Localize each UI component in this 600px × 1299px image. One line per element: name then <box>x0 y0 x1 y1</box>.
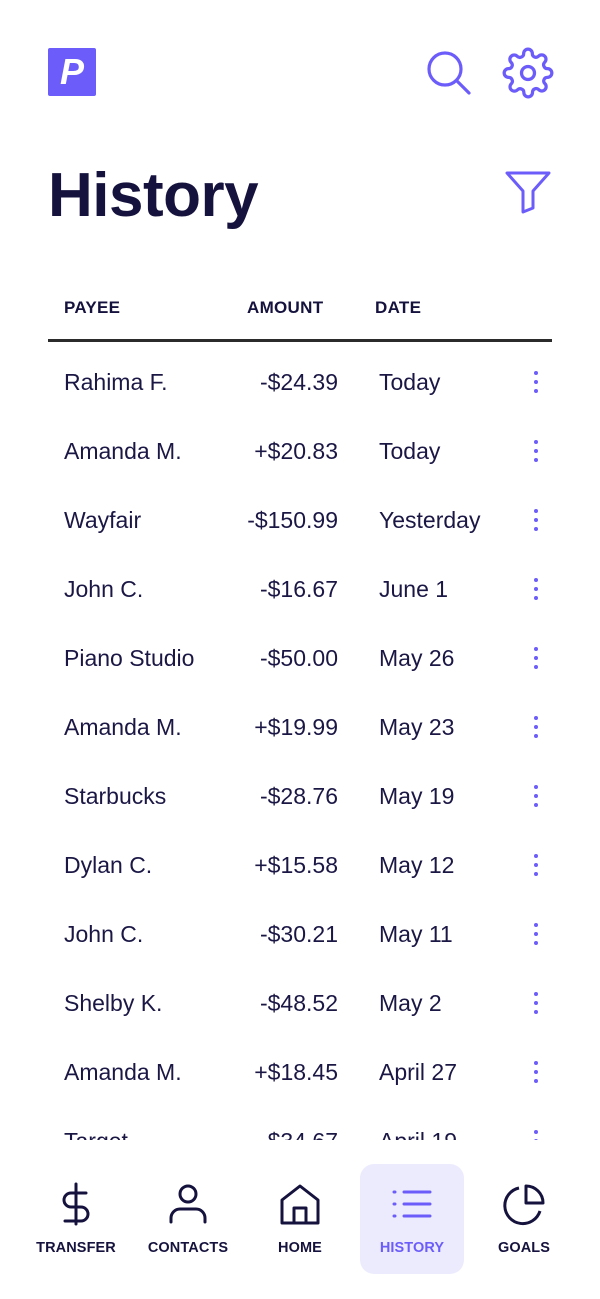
date-cell: Yesterday <box>379 507 481 533</box>
more-vertical-icon[interactable] <box>524 505 548 535</box>
payee-cell: Starbucks <box>64 783 167 809</box>
table-row[interactable]: Piano Studio -$50.00 May 26 <box>48 621 552 690</box>
settings-button[interactable] <box>502 47 554 99</box>
more-vertical-icon[interactable] <box>524 919 548 949</box>
dollar-icon <box>62 1182 90 1226</box>
amount-cell: -$34.67 <box>260 1128 338 1140</box>
nav-item-goals[interactable]: GOALS <box>472 1164 576 1274</box>
date-cell: Today <box>379 369 441 395</box>
amount-cell: -$48.52 <box>259 990 338 1016</box>
date-cell: April 27 <box>379 1059 457 1085</box>
date-cell: May 11 <box>379 921 453 947</box>
more-vertical-icon[interactable] <box>524 988 548 1018</box>
payee-cell: Piano Studio <box>64 645 195 671</box>
date-cell: May 12 <box>379 852 455 878</box>
filter-button[interactable] <box>504 170 552 214</box>
payee-cell: Dylan C. <box>64 852 153 878</box>
amount-cell: -$16.67 <box>259 576 338 602</box>
payee-cell: Amanda M. <box>64 714 182 740</box>
nav-item-home[interactable]: HOME <box>248 1164 352 1274</box>
nav-label: GOALS <box>497 1240 551 1256</box>
logo-letter: P <box>59 51 84 92</box>
date-cell: April 19 <box>379 1128 457 1140</box>
amount-cell: -$50.00 <box>259 645 338 671</box>
date-cell: June 1 <box>379 576 449 602</box>
amount-cell: +$19.99 <box>254 714 338 740</box>
payee-cell: Amanda M. <box>64 438 182 464</box>
table-row[interactable]: Starbucks -$28.76 May 19 <box>48 759 552 828</box>
search-icon <box>427 51 471 95</box>
date-cell: May 2 <box>379 990 442 1016</box>
more-vertical-icon[interactable] <box>524 1126 548 1140</box>
nav-label: CONTACTS <box>147 1240 229 1256</box>
search-button[interactable] <box>424 48 472 96</box>
more-vertical-icon[interactable] <box>524 436 548 466</box>
table-row[interactable]: Shelby K. -$48.52 May 2 <box>48 966 552 1035</box>
more-vertical-icon[interactable] <box>524 712 548 742</box>
nav-label: HISTORY <box>379 1240 445 1256</box>
column-header-amount[interactable]: AMOUNT <box>247 298 323 318</box>
filter-icon <box>505 171 551 214</box>
amount-cell: -$28.76 <box>259 783 338 809</box>
person-icon <box>169 1184 207 1224</box>
more-vertical-icon[interactable] <box>524 781 548 811</box>
amount-cell: +$15.58 <box>254 852 338 878</box>
more-vertical-icon[interactable] <box>524 643 548 673</box>
nav-item-contacts[interactable]: CONTACTS <box>136 1164 240 1274</box>
more-vertical-icon[interactable] <box>524 574 548 604</box>
nav-item-transfer[interactable]: TRANSFER <box>24 1164 128 1274</box>
date-cell: May 19 <box>379 783 455 809</box>
nav-item-history[interactable]: HISTORY <box>360 1164 464 1274</box>
more-vertical-icon[interactable] <box>524 850 548 880</box>
nav-label: TRANSFER <box>36 1240 116 1256</box>
payee-cell: Rahima F. <box>64 369 168 395</box>
payee-cell: Target <box>64 1128 128 1140</box>
table-row[interactable]: Dylan C. +$15.58 May 12 <box>48 828 552 897</box>
table-row[interactable]: Rahima F. -$24.39 Today <box>48 345 552 414</box>
amount-cell: +$20.83 <box>254 438 338 464</box>
payee-cell: Wayfair <box>64 507 142 533</box>
date-cell: May 23 <box>379 714 455 740</box>
transaction-list[interactable]: Rahima F. -$24.39 Today Amanda M. +$20.8… <box>48 345 552 1140</box>
gear-icon <box>502 47 554 99</box>
column-header-payee[interactable]: PAYEE <box>64 298 120 318</box>
home-icon <box>280 1184 320 1225</box>
app-logo[interactable]: P <box>48 48 96 96</box>
date-cell: May 26 <box>379 645 455 671</box>
page-title: History <box>48 161 259 230</box>
payee-cell: John C. <box>64 576 144 602</box>
column-header-date[interactable]: DATE <box>375 298 421 318</box>
amount-cell: -$30.21 <box>259 921 338 947</box>
amount-cell: -$24.39 <box>259 369 338 395</box>
more-vertical-icon[interactable] <box>524 1057 548 1087</box>
table-row[interactable]: Amanda M. +$20.83 Today <box>48 414 552 483</box>
amount-cell: -$150.99 <box>247 507 338 533</box>
pie-chart-icon <box>503 1184 545 1226</box>
table-row[interactable]: John C. -$30.21 May 11 <box>48 897 552 966</box>
table-row[interactable]: John C. -$16.67 June 1 <box>48 552 552 621</box>
more-vertical-icon[interactable] <box>524 367 548 397</box>
bottom-nav: TRANSFER CONTACTS HOME HISTORY GOALS <box>0 1140 600 1299</box>
nav-label: HOME <box>278 1240 322 1256</box>
table-row[interactable]: Amanda M. +$19.99 May 23 <box>48 690 552 759</box>
list-icon <box>392 1190 432 1218</box>
amount-cell: +$18.45 <box>254 1059 338 1085</box>
payee-cell: Shelby K. <box>64 990 163 1016</box>
date-cell: Today <box>379 438 441 464</box>
payee-cell: Amanda M. <box>64 1059 182 1085</box>
table-row[interactable]: Amanda M. +$18.45 April 27 <box>48 1035 552 1104</box>
payee-cell: John C. <box>64 921 144 947</box>
table-row[interactable]: Wayfair -$150.99 Yesterday <box>48 483 552 552</box>
table-row[interactable]: Target -$34.67 April 19 <box>48 1104 552 1140</box>
table-header: PAYEE AMOUNT DATE <box>48 290 552 342</box>
